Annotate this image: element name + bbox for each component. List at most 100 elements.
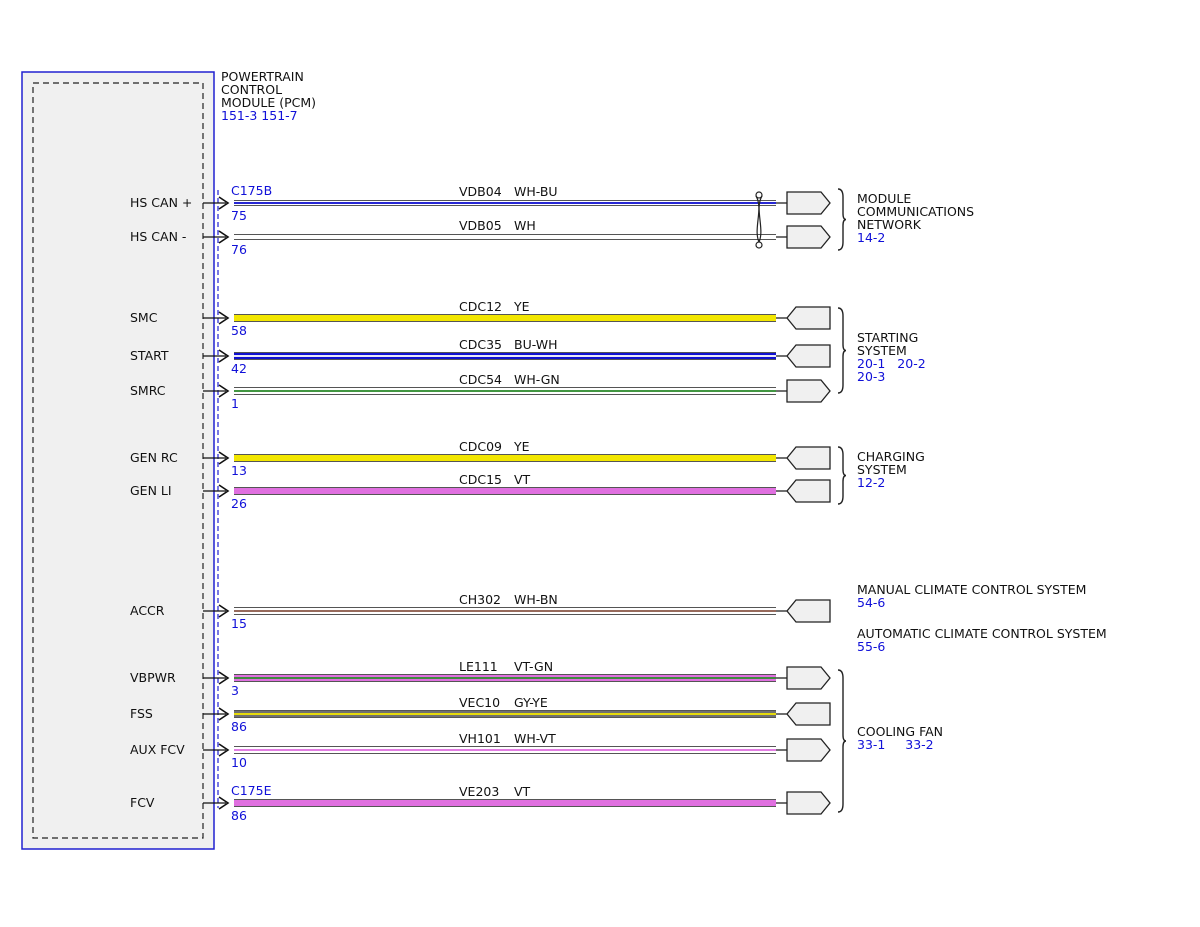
signal-label: VBPWR xyxy=(130,670,176,685)
twist-end-circle xyxy=(755,191,763,199)
circuit-row: AUX FCV 10 VH101 WH-VT xyxy=(130,731,831,770)
connector-plug-icon xyxy=(786,191,831,215)
destination-brackets xyxy=(837,188,847,813)
circuit-id[interactable]: LE111 xyxy=(459,659,498,674)
circuit-list: HS CAN + 75 VDB04 WH-BU HS CAN - 76 VDB05 WH SMC… xyxy=(130,184,831,823)
pin-number[interactable]: 86 xyxy=(231,719,247,734)
connector-plug-icon xyxy=(786,446,831,470)
group-brace xyxy=(837,307,847,394)
circuit-row: ACCR 15 CH302 WH-BN xyxy=(130,592,831,631)
dest-manual-climate-label: MANUAL CLIMATE CONTROL SYSTEM xyxy=(857,582,1086,597)
signal-label: SMRC xyxy=(130,383,166,398)
connector-plug-icon xyxy=(786,702,831,726)
wire-color-code: WH-VT xyxy=(514,731,556,746)
wire-stripe xyxy=(234,713,776,715)
dest-network-ref[interactable]: 14-2 xyxy=(857,230,885,245)
wire-stripe xyxy=(234,390,776,392)
circuit-row: START 42 CDC35 BU-WH xyxy=(130,337,831,376)
wire-color-code: BU-WH xyxy=(514,337,558,352)
wire-body xyxy=(234,455,776,461)
pin-number[interactable]: 1 xyxy=(231,396,239,411)
circuit-row: VBPWR 3 LE111 VT-GN xyxy=(130,659,831,698)
signal-label: AUX FCV xyxy=(130,742,185,757)
pin-number[interactable]: 3 xyxy=(231,683,239,698)
wire-color-code: VT-GN xyxy=(514,659,553,674)
wire-stripe xyxy=(234,610,776,612)
dest-manual-climate-ref[interactable]: 54-6 xyxy=(857,595,885,610)
connector-plug-icon xyxy=(786,666,831,690)
circuit-id[interactable]: VE203 xyxy=(459,784,499,799)
wire-color-code: WH xyxy=(514,218,536,233)
circuit-row: HS CAN - 76 VDB05 WH xyxy=(130,218,831,257)
group-brace xyxy=(837,669,847,813)
wire-color-code: YE xyxy=(513,299,530,314)
wire-body xyxy=(234,488,776,494)
circuit-id[interactable]: CDC09 xyxy=(459,439,502,454)
dest-starting-ref-2[interactable]: 20-3 xyxy=(857,369,885,384)
circuit-id[interactable]: CDC15 xyxy=(459,472,502,487)
twist-end-circle xyxy=(755,241,763,249)
circuit-id[interactable]: CDC12 xyxy=(459,299,502,314)
wire-stripe xyxy=(234,202,776,204)
dest-auto-climate-ref[interactable]: 55-6 xyxy=(857,639,885,654)
wire-body xyxy=(234,315,776,321)
circuit-id[interactable]: VDB05 xyxy=(459,218,502,233)
circuit-id[interactable]: CDC54 xyxy=(459,372,502,387)
pin-number[interactable]: 10 xyxy=(231,755,247,770)
dest-cooling-fan-ref[interactable]: 33-1 33-2 xyxy=(857,737,934,752)
signal-label: GEN RC xyxy=(130,450,178,465)
wire-color-code: WH-BN xyxy=(514,592,558,607)
connector-plug-icon xyxy=(786,306,831,330)
wire-color-code: WH-BU xyxy=(514,184,558,199)
signal-label: SMC xyxy=(130,310,158,325)
circuit-id[interactable]: CDC35 xyxy=(459,337,502,352)
pin-number[interactable]: 26 xyxy=(231,496,247,511)
pin-number[interactable]: 86 xyxy=(231,808,247,823)
pin-number[interactable]: 15 xyxy=(231,616,247,631)
connector-label-bottom[interactable]: C175E xyxy=(231,783,272,798)
dest-charging-ref[interactable]: 12-2 xyxy=(857,475,885,490)
connector-label-top[interactable]: C175B xyxy=(231,183,272,198)
connector-plug-icon xyxy=(786,479,831,503)
circuit-id[interactable]: VDB04 xyxy=(459,184,502,199)
pin-number[interactable]: 58 xyxy=(231,323,247,338)
pcm-page-refs[interactable]: 151-3 151-7 xyxy=(221,108,298,123)
connector-plug-icon xyxy=(786,225,831,249)
signal-label: GEN LI xyxy=(130,483,172,498)
group-brace xyxy=(837,446,847,505)
connector-plug-icon xyxy=(786,791,831,815)
circuit-row: SMC 58 CDC12 YE xyxy=(130,299,831,338)
signal-label: ACCR xyxy=(130,603,165,618)
connector-plug-icon xyxy=(786,379,831,403)
signal-label: HS CAN - xyxy=(130,229,186,244)
wire-color-code: VT xyxy=(514,784,531,799)
wiring-diagram: POWERTRAIN CONTROL MODULE (PCM) 151-3 15… xyxy=(21,69,1107,850)
circuit-id[interactable]: CH302 xyxy=(459,592,501,607)
pin-number[interactable]: 75 xyxy=(231,208,247,223)
wire-stripe xyxy=(234,677,776,679)
signal-label: HS CAN + xyxy=(130,195,192,210)
pin-number[interactable]: 13 xyxy=(231,463,247,478)
group-brace xyxy=(837,188,847,251)
circuit-id[interactable]: VEC10 xyxy=(459,695,500,710)
signal-label: START xyxy=(130,348,169,363)
pin-number[interactable]: 42 xyxy=(231,361,247,376)
connector-plug-icon xyxy=(786,599,831,623)
connector-plug-icon xyxy=(786,344,831,368)
signal-label: FCV xyxy=(130,795,155,810)
wire-color-code: YE xyxy=(513,439,530,454)
wire-stripe xyxy=(234,749,776,751)
pcm-module-box xyxy=(21,71,215,850)
signal-label: FSS xyxy=(130,706,153,721)
wire-body xyxy=(234,800,776,806)
connector-plug-icon xyxy=(786,738,831,762)
wire-body xyxy=(234,235,776,239)
circuit-id[interactable]: VH101 xyxy=(459,731,501,746)
dest-auto-climate-label: AUTOMATIC CLIMATE CONTROL SYSTEM xyxy=(857,626,1107,641)
circuit-row: FSS 86 VEC10 GY-YE xyxy=(130,695,831,734)
wire-stripe xyxy=(234,355,776,357)
circuit-row: SMRC 1 CDC54 WH-GN xyxy=(130,372,831,411)
pcm-outer-border xyxy=(21,71,215,850)
pin-number[interactable]: 76 xyxy=(231,242,247,257)
wire-color-code: GY-YE xyxy=(514,695,548,710)
